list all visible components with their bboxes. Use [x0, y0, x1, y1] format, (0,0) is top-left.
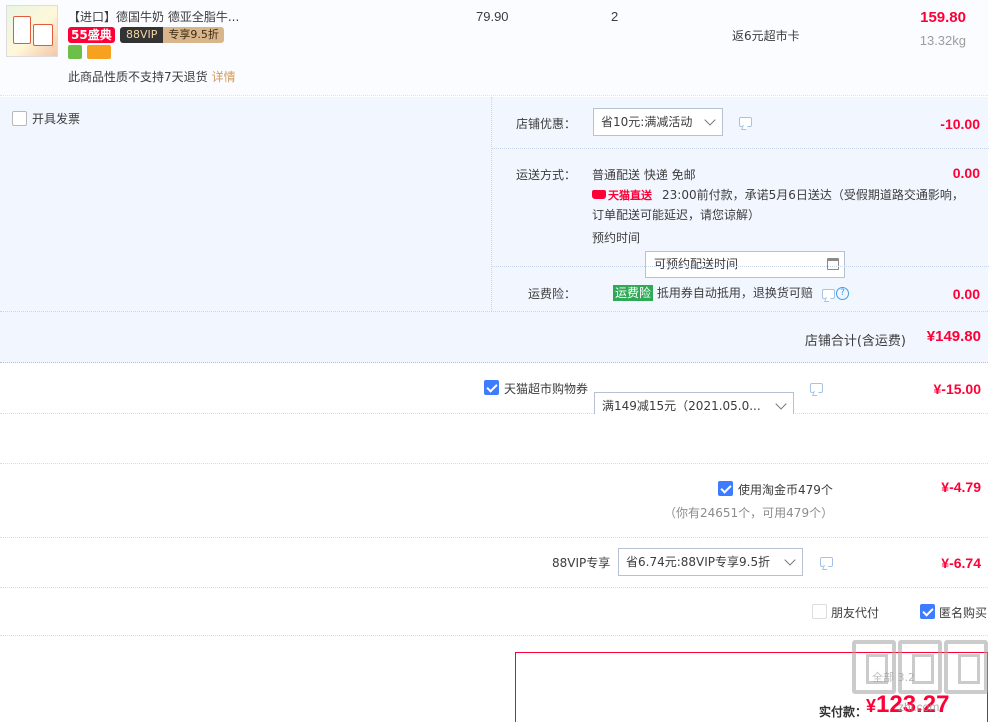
friend-pay-label: 朋友代付	[831, 606, 880, 620]
taobao-coin-row: 使用淘金币479个 （你有24651个，可用479个） ¥-4.79	[0, 464, 988, 538]
shipping-amount: 0.00	[952, 165, 980, 181]
rebate-note: 返6元超市卡	[732, 29, 800, 43]
coupon-row: 天猫超市购物券 满149减15元（2021.05.0... ¥-15.00	[0, 364, 988, 420]
shipping-promise-line2: 订单配送可能延迟，请您谅解）	[592, 208, 761, 222]
invoice-checkbox[interactable]	[12, 111, 27, 126]
insurance-info: 运费险 抵用券自动抵用，退换货可赔	[613, 284, 813, 301]
divider	[492, 266, 989, 267]
coupon-value: 满149减15元（2021.05.0...	[602, 399, 761, 413]
message-icon[interactable]	[822, 289, 835, 299]
pay-label: 实付款：	[819, 705, 868, 719]
help-icon[interactable]: ?	[836, 287, 849, 300]
appointment-placeholder: 可预约配送时间	[654, 257, 739, 271]
vip88-row: 88VIP专享 省6.74元:88VIP专享9.5折 ¥-6.74	[0, 538, 988, 588]
watermark-logo	[846, 640, 996, 700]
item-weight: 13.32kg	[919, 33, 966, 48]
insurance-amount: 0.00	[952, 286, 980, 302]
message-icon[interactable]	[810, 383, 823, 393]
message-icon[interactable]	[820, 557, 833, 567]
appointment-label: 预约时间	[592, 231, 641, 245]
order-item-row: 【进口】德国牛奶 德亚全脂牛... 55盛典 88VIP 专享9.5折 此商品性…	[0, 0, 988, 96]
store-total-value: ¥149.80	[926, 328, 981, 345]
service-guarantee-icon	[68, 45, 82, 59]
empty-row	[0, 414, 988, 464]
chevron-down-icon	[704, 114, 716, 126]
taobao-coin-label: 使用淘金币479个	[738, 483, 833, 497]
insurance-label: 运费险：	[527, 287, 576, 301]
shop-discount-value: 省10元:满减活动	[601, 115, 693, 129]
store-total-label: 店铺合计(含运费)	[804, 334, 906, 349]
shipping-method: 普通配送 快递 免邮	[592, 168, 696, 182]
shop-options-panel: 店铺优惠： 省10元:满减活动 -10.00 运送方式： 普通配送 快递 免邮 …	[491, 97, 989, 355]
tmall-direct-text: 天猫直送	[608, 188, 652, 202]
divider	[492, 148, 989, 149]
coupon-checkbox[interactable]	[484, 380, 499, 395]
taobao-coin-amount: ¥-4.79	[941, 479, 981, 495]
shipping-promise: 天猫直送 23:00前付款，承诺5月6日送达（受假期道路交通影响，	[592, 186, 964, 203]
invoice-label: 开具发票	[32, 112, 81, 126]
coupon-label: 天猫超市购物券	[504, 382, 589, 396]
watermark-glyph	[852, 640, 896, 694]
unit-price: 79.90	[476, 9, 509, 24]
taobao-coin-checkbox[interactable]	[718, 481, 733, 496]
return-policy-note: 此商品性质不支持7天退货 详情	[68, 68, 236, 85]
anonymous-checkbox[interactable]	[920, 604, 935, 619]
watermark-glyph	[898, 640, 942, 694]
shop-discount-select[interactable]: 省10元:满减活动	[593, 108, 723, 136]
chevron-down-icon	[784, 554, 796, 566]
payment-options-row: 朋友代付 匿名购买	[0, 588, 988, 636]
watermark-glyph	[944, 640, 988, 694]
invoice-option[interactable]: 开具发票	[12, 110, 80, 127]
tmall-bag-icon	[592, 190, 606, 199]
message-icon[interactable]	[739, 117, 752, 127]
taobao-coin-note: （你有24651个，可用479个）	[664, 506, 834, 520]
shipping-label: 运送方式：	[515, 168, 576, 182]
vip-discount-badge: 88VIP 专享9.5折	[120, 27, 224, 43]
insurance-tag: 运费险	[613, 285, 654, 301]
quantity: 2	[611, 9, 619, 24]
return-policy-text: 此商品性质不支持7天退货	[68, 70, 208, 84]
shop-discount-label: 店铺优惠：	[515, 117, 576, 131]
product-title[interactable]: 【进口】德国牛奶 德亚全脂牛...	[68, 8, 239, 25]
watermark-url: zhi.com	[898, 700, 940, 714]
vip88-value: 省6.74元:88VIP专享9.5折	[626, 555, 771, 569]
shop-discount-amount: -10.00	[940, 116, 980, 132]
return-policy-detail-link[interactable]: 详情	[212, 70, 236, 84]
insurance-text: 抵用券自动抵用，退换货可赔	[656, 286, 813, 300]
order-options-section: 开具发票 店铺优惠： 省10元:满减活动 -10.00 运送方式： 普通配送 快…	[0, 97, 989, 355]
vip-badge-discount: 专享9.5折	[163, 27, 224, 43]
friend-pay-checkbox[interactable]	[812, 604, 827, 619]
tmall-direct-tag: 天猫直送	[592, 186, 652, 203]
item-subtotal: 159.80	[920, 9, 966, 26]
promo-badge-55: 55盛典	[68, 27, 115, 43]
store-total-row: 店铺合计(含运费) ¥149.80	[0, 311, 988, 363]
product-thumbnail[interactable]	[6, 5, 58, 57]
calendar-icon	[827, 258, 839, 270]
vip88-amount: ¥-6.74	[941, 555, 981, 571]
shipping-promise-line1: 23:00前付款，承诺5月6日送达（受假期道路交通影响，	[662, 188, 964, 202]
vip-badge-label: 88VIP	[120, 27, 164, 43]
appointment-time-input[interactable]: 可预约配送时间	[645, 251, 845, 278]
vip88-select[interactable]: 省6.74元:88VIP专享9.5折	[618, 548, 803, 576]
chevron-down-icon	[775, 398, 787, 410]
vip88-label: 88VIP专享	[552, 556, 611, 570]
anonymous-label: 匿名购买	[939, 606, 988, 620]
coupon-amount: ¥-15.00	[933, 381, 981, 397]
card-payment-icon	[87, 45, 111, 59]
